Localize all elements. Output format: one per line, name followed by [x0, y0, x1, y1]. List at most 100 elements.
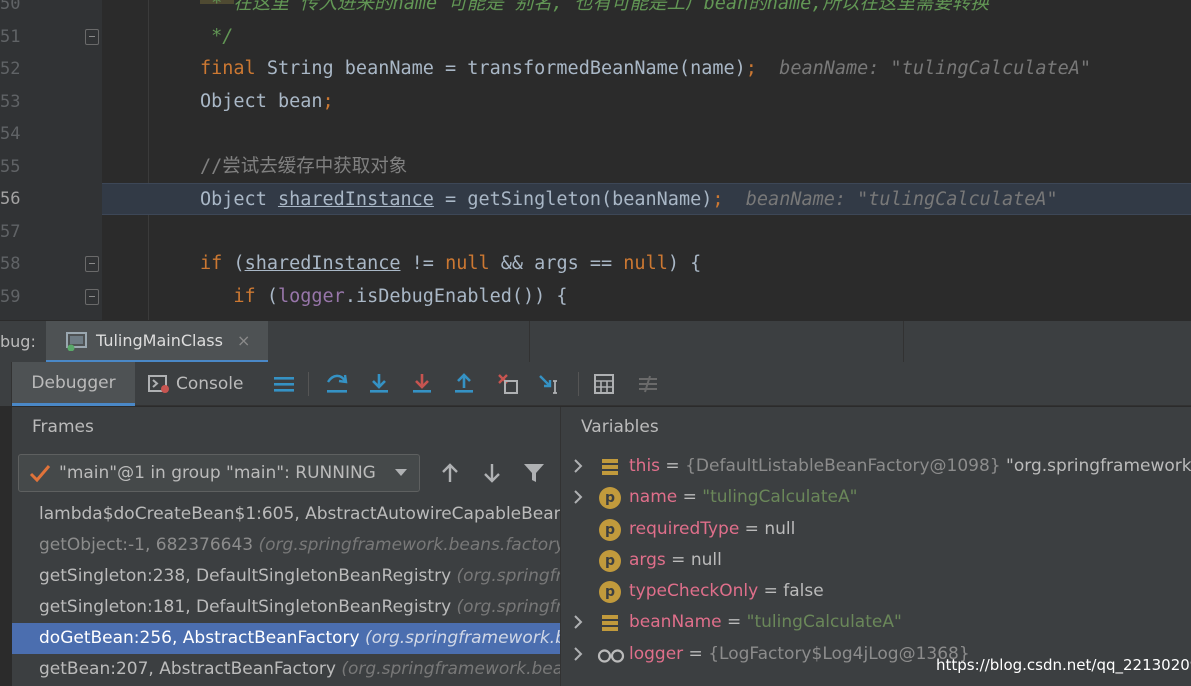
code-token: (	[266, 285, 278, 307]
frame-method: doGetBean:256, AbstractBeanFactory	[39, 628, 365, 648]
chevron-right-icon[interactable]	[571, 482, 585, 513]
frame-row[interactable]: getBean:207, AbstractBeanFactory (org.sp…	[12, 654, 560, 685]
gutter-line[interactable]: 54	[0, 118, 102, 150]
fold-icon[interactable]	[85, 288, 99, 305]
code-token: ;	[322, 90, 334, 112]
code-editor[interactable]: 50 51 52 53 54 55 56 57 58 59 * 在这里 传入进来的name 可能是…	[0, 0, 1191, 320]
evaluate-expression-icon[interactable]	[592, 372, 616, 396]
layout-menu-icon[interactable]	[272, 372, 296, 396]
checkmark-icon	[29, 465, 51, 483]
frame-method: lambda$doCreateBean$1:605, AbstractAutow…	[39, 504, 561, 524]
step-into-icon[interactable]	[410, 372, 434, 396]
frame-row[interactable]: getSingleton:181, DefaultSingletonBeanRe…	[12, 592, 560, 623]
run-to-cursor-icon[interactable]	[538, 372, 562, 396]
variable-text: args = null	[629, 545, 722, 576]
param-icon: p	[599, 518, 621, 541]
equals-sign: =	[739, 518, 765, 539]
debug-tool-window-header: bug: TulingMainClass ×	[0, 320, 1191, 363]
code-line-current[interactable]: Object sharedInstance = getSingleton(bea…	[102, 183, 1191, 215]
tab-debugger-label: Debugger	[31, 372, 116, 393]
variable-row[interactable]: p args = null	[561, 545, 1191, 576]
close-icon[interactable]: ×	[237, 331, 250, 350]
frame-method: getSingleton:181, DefaultSingletonBeanRe…	[39, 597, 457, 617]
gutter-line[interactable]: 52	[0, 53, 102, 85]
application-icon	[66, 331, 87, 351]
chevron-down-icon	[395, 469, 407, 476]
line-number: 58	[0, 254, 21, 274]
code-line[interactable]	[102, 118, 1191, 150]
field-icon	[599, 612, 621, 634]
code-line[interactable]: if (sharedInstance != null && args == nu…	[102, 248, 1191, 280]
frame-package: (org.springfram	[456, 566, 560, 586]
code-token: if	[200, 253, 234, 274]
code-line[interactable]: Object bean;	[102, 86, 1191, 118]
trace-current-stream-icon[interactable]	[636, 372, 660, 396]
tab-debugger[interactable]: Debugger	[12, 362, 135, 406]
variables-panel: Variables this = {DefaultListableBeanFac…	[561, 407, 1191, 686]
code-token: sharedInstance	[244, 253, 401, 274]
variable-name: typeCheckOnly	[629, 581, 759, 602]
gutter-line[interactable]: 51	[0, 21, 102, 53]
frame-row[interactable]: getObject:-1, 682376643 (org.springframe…	[12, 530, 560, 561]
fold-icon[interactable]	[85, 256, 99, 272]
variable-value: {LogFactory$Log4jLog@1368}	[708, 643, 970, 664]
frame-row[interactable]: lambda$doCreateBean$1:605, AbstractAutow…	[12, 499, 561, 530]
variable-row[interactable]: p requiredType = null	[561, 514, 1191, 545]
fold-icon[interactable]	[85, 28, 99, 45]
line-number: 59	[0, 286, 21, 307]
step-over-icon[interactable]	[367, 372, 391, 396]
gutter-line[interactable]: 56	[0, 183, 102, 215]
thread-selector[interactable]: "main"@1 in group "main": RUNNING	[18, 454, 420, 492]
param-icon: p	[599, 549, 621, 572]
frames-list: lambda$doCreateBean$1:605, AbstractAutow…	[12, 499, 561, 685]
variable-value: {DefaultListableBeanFactory@1098}	[685, 456, 1007, 476]
step-out-icon[interactable]	[452, 372, 476, 396]
toolbar-separator	[578, 372, 579, 396]
equals-sign: =	[660, 456, 686, 476]
frame-package: (org.springframework.beans.fa	[341, 659, 560, 679]
code-line[interactable]: */	[102, 21, 1191, 53]
frames-header: Frames	[32, 417, 94, 437]
code-line[interactable]: * 在这里 传入进来的name 可能是 别名, 也有可能是工厂bean的name…	[102, 0, 1191, 20]
gutter-line[interactable]: 59	[0, 281, 102, 313]
gutter-line[interactable]: 50	[0, 0, 102, 20]
arrow-down-icon[interactable]	[480, 461, 504, 485]
variable-row[interactable]: p name = "tulingCalculateA"	[561, 482, 1191, 513]
show-execution-point-icon[interactable]	[325, 372, 349, 396]
code-token: (	[233, 253, 245, 274]
drop-frame-icon[interactable]	[496, 372, 520, 396]
code-token: sharedInstance	[277, 189, 434, 210]
code-line[interactable]: //尝试去缓存中获取对象	[102, 151, 1191, 183]
variable-row[interactable]: this = {DefaultListableBeanFactory@1098}…	[561, 451, 1191, 482]
gutter-line[interactable]: 53	[0, 86, 102, 118]
variable-text: this = {DefaultListableBeanFactory@1098}…	[629, 451, 1191, 482]
gutter-line[interactable]: 55	[0, 151, 102, 183]
gutter-line[interactable]: 58	[0, 248, 102, 280]
variables-list: this = {DefaultListableBeanFactory@1098}…	[561, 451, 1191, 670]
variable-name: args	[629, 549, 666, 570]
chevron-right-icon[interactable]	[571, 607, 585, 638]
code-line[interactable]: if (logger.isDebugEnabled()) {	[102, 281, 1191, 313]
debug-session-tab[interactable]: TulingMainClass ×	[46, 321, 268, 363]
param-badge: p	[599, 581, 621, 604]
variables-header: Variables	[581, 417, 659, 437]
param-badge: p	[599, 518, 621, 541]
variable-row[interactable]: beanName = "tulingCalculateA"	[561, 607, 1191, 638]
tab-console[interactable]: Console	[148, 362, 244, 406]
filter-icon[interactable]	[522, 461, 546, 485]
variable-value: "tulingCalculateA"	[702, 487, 858, 508]
debug-window-label: bug:	[0, 332, 36, 351]
chevron-right-icon[interactable]	[571, 451, 585, 482]
frame-row[interactable]: getSingleton:238, DefaultSingletonBeanRe…	[12, 561, 560, 592]
chevron-right-icon[interactable]	[571, 639, 585, 670]
code-line[interactable]	[102, 216, 1191, 248]
variable-value: null	[690, 549, 722, 570]
arrow-up-icon[interactable]	[438, 461, 462, 485]
divider	[529, 321, 530, 363]
frame-row-selected[interactable]: doGetBean:256, AbstractBeanFactory (org.…	[12, 623, 560, 654]
frame-package: (org.springfram	[456, 597, 560, 617]
gutter-line[interactable]: 57	[0, 216, 102, 248]
frame-method: getObject:-1, 682376643	[39, 535, 259, 555]
variable-row[interactable]: p typeCheckOnly = false	[561, 576, 1191, 607]
code-line[interactable]: final String beanName = transformedBeanN…	[102, 53, 1191, 85]
